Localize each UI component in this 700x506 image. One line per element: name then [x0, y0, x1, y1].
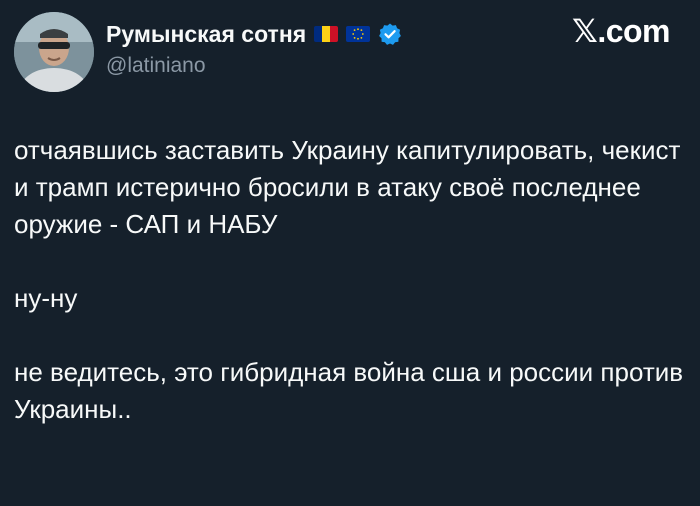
tweet-paragraph: отчаявшись заставить Украину капитулиров… [14, 135, 688, 239]
tweet-paragraph: не ведитесь, это гибридная война сша и р… [14, 357, 691, 424]
x-com-logo: 𝕏.com [572, 13, 670, 49]
user-handle[interactable]: @latiniano [106, 54, 680, 78]
romania-flag-icon [314, 26, 339, 42]
eu-flag-icon [346, 26, 371, 42]
tweet-paragraph: ну-ну [14, 283, 78, 313]
avatar-image [14, 12, 94, 92]
avatar[interactable] [14, 12, 94, 92]
tweet-card: Румынская сотня @latiniano 𝕏.com отчаявш… [0, 0, 700, 506]
display-name[interactable]: Румынская сотня [106, 21, 306, 48]
tweet-text: отчаявшись заставить Украину капитулиров… [14, 132, 694, 428]
verified-badge-icon [378, 22, 402, 46]
